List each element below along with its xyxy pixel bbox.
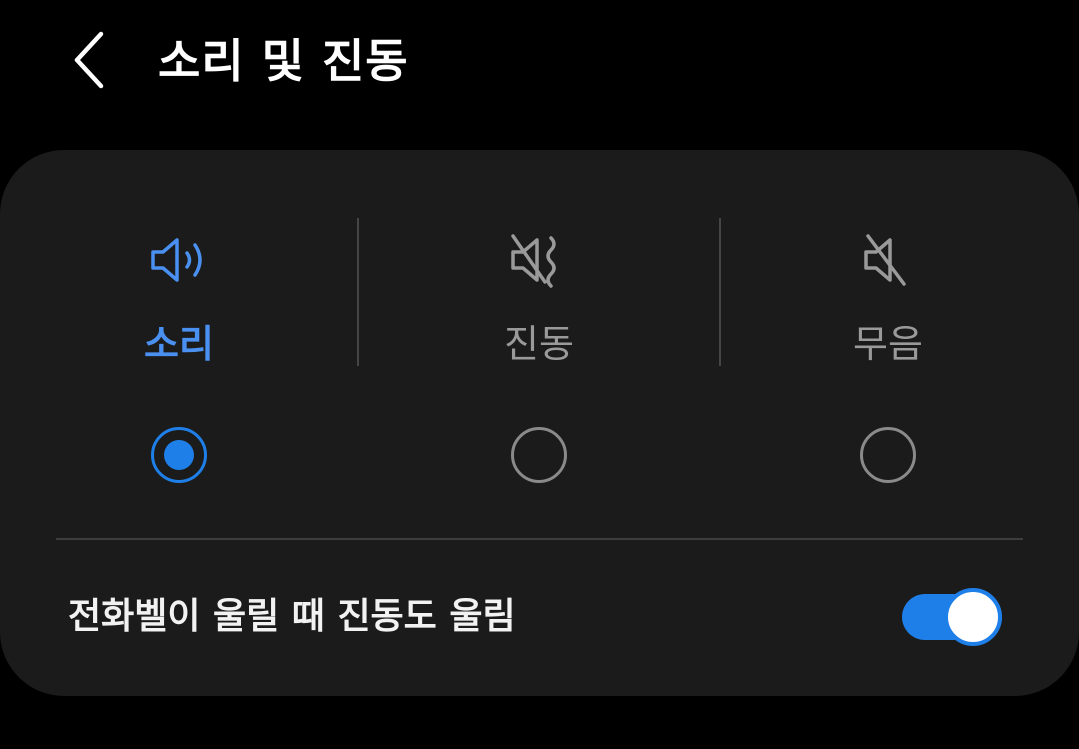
page-title: 소리 및 진동 [158,34,409,88]
radio-sound-selected[interactable] [150,426,208,484]
toggle-knob [944,588,1002,646]
mode-option-mute[interactable]: 무음 [721,150,1055,538]
radio-vibrate[interactable] [510,426,568,484]
sound-mode-selector: 소리 진동 무음 [0,150,1079,538]
mode-label-sound: 소리 [144,322,214,366]
sound-mode-card: 소리 진동 무음 전화벨이 울릴 때 진동도 울림 [0,150,1079,696]
mode-option-vibrate[interactable]: 진동 [359,150,719,538]
mode-option-sound[interactable]: 소리 [0,150,358,538]
radio-mute[interactable] [859,426,917,484]
mode-label-vibrate: 진동 [504,322,574,366]
vibrate-while-ringing-row[interactable]: 전화벨이 울릴 때 진동도 울림 [0,542,1079,696]
section-divider [56,538,1023,540]
speaker-volume-icon [151,238,202,282]
mute-icon [864,234,906,286]
app-bar: 소리 및 진동 [0,0,1079,125]
vibrate-while-ringing-label: 전화벨이 울릴 때 진동도 울림 [68,596,516,637]
back-button[interactable] [58,25,120,95]
mode-label-mute: 무음 [853,322,923,366]
vibrate-icon [511,234,556,288]
back-arrow-icon [74,31,104,89]
vibrate-while-ringing-toggle[interactable] [900,586,1004,648]
